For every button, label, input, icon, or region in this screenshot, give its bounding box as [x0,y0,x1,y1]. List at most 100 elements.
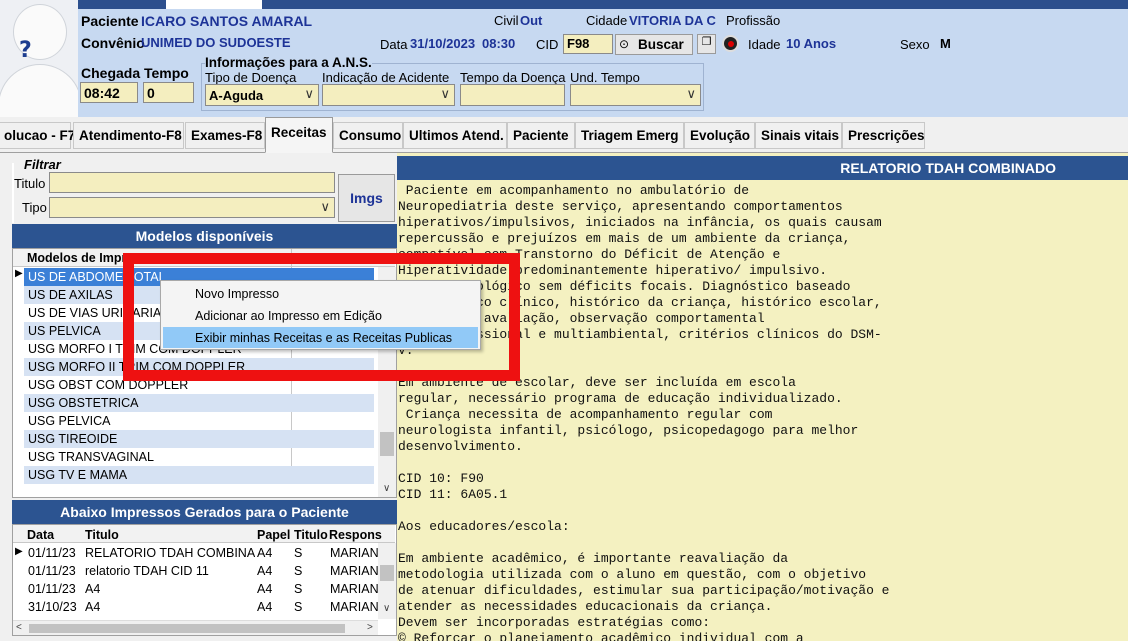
list-item[interactable]: USG TIREOIDE [24,430,374,448]
generated-title: Abaixo Impressos Gerados para o Paciente [12,500,397,524]
table-cell: A4 [257,582,273,596]
list-item[interactable]: USG TV E MAMA [24,466,374,484]
insurance-value: UNIMED DO SUDOESTE [141,35,291,50]
report-line: Criança necessita de acompanhamento regu… [398,407,773,422]
time-unit-select[interactable]: ∨ [570,84,701,106]
report-line: neurologista infantil, psicólogo, psicop… [398,423,859,438]
report-line: Neuropediatria deste serviço, apresentan… [398,199,843,214]
report-line: © Reforçar o planejamento acadêmico indi… [398,631,804,641]
list-item[interactable]: USG TRANSVAGINAL [24,448,374,466]
tab-triagem-emerg[interactable]: Triagem Emerg [575,122,684,149]
report-line: CID 10: F90 [398,471,484,486]
tab-ultimos-atend[interactable]: Ultimos Atend. [403,122,507,149]
profession-label: Profissão [726,13,781,28]
filter-type-select[interactable]: ∨ [49,197,335,218]
imgs-button[interactable]: Imgs [338,174,395,222]
report-line: Aos educadores/escola: [398,519,570,534]
tab-sinais-vitais[interactable]: Sinais vitais [755,122,842,149]
tab-exames[interactable]: Exames-F8 [185,122,265,149]
search-button[interactable]: ⊙ Buscar [615,34,693,55]
documents-icon[interactable]: ❐ [697,34,716,54]
report-line: atender as necessidades educacionais da … [398,599,773,614]
row-pointer-icon: ▶ [15,546,23,557]
tab-evolucao[interactable]: olucao - F7 [0,122,75,149]
filter-title: Filtrar [24,157,61,172]
table-cell: A4 [85,582,101,596]
report-line: Em ambiente acadêmico, é importante reav… [398,551,789,566]
table-cell: A4 [257,564,273,578]
table-cell: 01/11/23 [28,582,76,596]
filter-title-input[interactable] [49,172,335,193]
disease-time-field[interactable] [460,84,565,106]
accident-select[interactable]: ∨ [322,84,455,106]
report-line: metodologia utilizada com o aluno em que… [398,567,867,582]
table-cell: A4 [257,600,273,614]
table-cell: A4 [85,600,101,614]
tab-paciente[interactable]: Paciente [507,122,575,149]
report-line [398,535,1126,551]
models-column-header: Modelos de Impr [27,251,127,265]
list-item[interactable]: USG PELVICA [24,412,374,430]
report-line: Devem ser incorporadas estratégias como: [398,615,711,630]
tab-prescricoes[interactable]: Prescrições [842,122,925,149]
arrival-label: Chegada [81,65,141,81]
report-line: repercussão e prejuízos em mais de um am… [398,231,851,246]
table-cell: MARIANA [330,546,378,560]
tab-receitas[interactable]: Receitas [265,117,333,153]
gen-col-date: Data [27,528,55,542]
top-strip [78,0,1128,9]
chevron-down-icon: ∨ [304,86,314,101]
report-line [398,455,1126,471]
ans-title: Informações para a A.N.S. [205,55,372,70]
cid-field[interactable]: F98 [563,34,613,54]
table-cell: A4 [257,546,273,560]
chevron-down-icon: ∨ [320,199,330,214]
filter-title-label: Titulo [14,176,46,191]
report-line: hiperativos/impulsivos, iniciados na inf… [398,215,882,230]
gen-col-title: Titulo [85,528,119,542]
civil-label: Civil [494,13,519,28]
report-text[interactable]: Paciente em acompanhamento no ambulatóri… [398,183,1126,641]
table-cell: 01/11/23 [28,564,76,578]
report-line [398,503,1126,519]
disease-time-label: Tempo da Doença [460,70,566,85]
table-cell: MARIANA [330,600,378,614]
city-value: VITORIA DA C [629,13,716,28]
record-icon[interactable] [722,35,739,52]
arrival-field[interactable]: 08:42 [80,82,138,103]
date-label: Data [380,37,408,52]
gen-col-title2: Titulo [294,528,328,542]
table-cell: relatorio TDAH CID 11 [85,564,209,578]
cid-label: CID [536,37,559,52]
table-cell: 01/11/23 [28,546,76,560]
report-line: de atenuar dificuldades, estimular sua p… [398,583,890,598]
disease-type-select[interactable]: A-Aguda ∨ [205,84,319,106]
tab-evolucao-2[interactable]: Evolução [684,122,755,149]
insurance-label: Convênio [81,35,145,51]
binoculars-icon: ⊙ [619,37,630,51]
table-cell: S [294,582,303,596]
highlight-box [123,253,520,381]
report-line: Paciente em acompanhamento no ambulatóri… [398,183,750,198]
patient-name: ICARO SANTOS AMARAL [141,13,313,29]
wait-field[interactable]: 0 [143,82,194,103]
date-value: 31/10/2023 [410,36,476,51]
tab-atendimento[interactable]: Atendimento-F8 [73,122,184,149]
list-item[interactable]: USG OBSTETRICA [24,394,374,412]
age-label: Idade [748,37,781,52]
generated-hscrollbar[interactable]: < > [13,620,378,635]
time-value: 08:30 [482,36,516,51]
civil-value: Out [520,13,543,28]
patient-label: Paciente [81,13,139,29]
models-title: Modelos disponíveis [12,224,397,248]
wait-label: Tempo [144,65,189,81]
tab-consumo[interactable]: Consumo [333,122,403,149]
table-cell: RELATORIO TDAH COMBINAD [85,546,255,560]
chevron-down-icon: ∨ [440,86,450,101]
generated-scrollbar[interactable]: ∨ [378,543,396,619]
table-cell: S [294,546,303,560]
report-title: RELATORIO TDAH COMBINADO [397,156,1128,180]
sex-value: M [940,36,951,51]
disease-type-label: Tipo de Doença [205,70,297,85]
patient-photo-placeholder[interactable]: ? [0,0,78,117]
